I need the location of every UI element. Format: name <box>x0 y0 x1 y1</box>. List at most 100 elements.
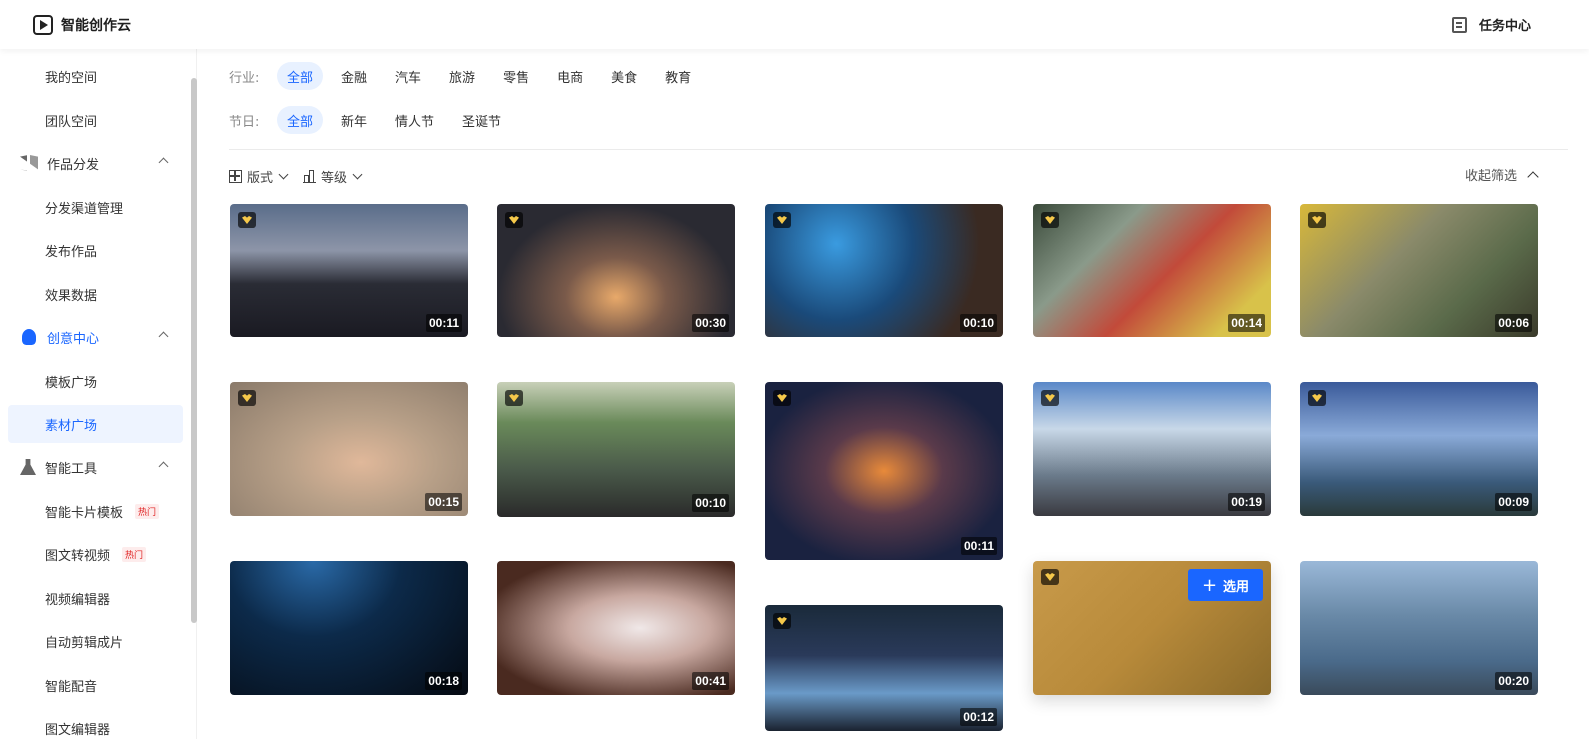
sidebar-item-image-text-editor[interactable]: 图文编辑器 <box>8 709 183 739</box>
task-center-label: 任务中心 <box>1478 19 1531 34</box>
flask-icon <box>20 459 36 475</box>
material-card[interactable]: 00:06 <box>1300 204 1538 337</box>
sidebar-item-label: 智能卡片模板 <box>45 505 124 521</box>
sidebar-group-distribution[interactable]: 作品分发 <box>8 144 183 182</box>
vip-crown-icon <box>505 212 523 228</box>
vip-crown-icon <box>1308 390 1326 406</box>
sidebar-item-label: 素材广场 <box>45 418 98 434</box>
video-duration: 00:19 <box>1228 493 1265 511</box>
industry-chip-finance[interactable]: 金融 <box>331 62 377 90</box>
industry-filter-label: 行业: <box>229 70 260 86</box>
material-card[interactable]: 00:15 <box>230 382 468 516</box>
bulb-icon <box>22 329 36 345</box>
material-card[interactable]: 00:41 <box>497 561 735 695</box>
chevron-down-icon <box>352 169 363 180</box>
sidebar-item-label: 自动剪辑成片 <box>45 635 124 651</box>
vip-crown-icon <box>1041 569 1059 585</box>
sidebar-group-label: 智能工具 <box>45 461 98 477</box>
sidebar-group-smart-tools[interactable]: 智能工具 <box>8 448 183 486</box>
material-card[interactable]: 00:20 <box>1300 561 1538 695</box>
sidebar-item-channel-management[interactable]: 分发渠道管理 <box>8 188 183 226</box>
bar-chart-icon <box>303 170 317 183</box>
sidebar-item-label: 视频编辑器 <box>45 592 111 608</box>
material-card-hovered[interactable]: + 选用 <box>1033 561 1271 695</box>
holiday-chip-all[interactable]: 全部 <box>277 106 324 134</box>
sidebar-item-publish[interactable]: 发布作品 <box>8 231 183 269</box>
top-header: 智能创作云 任务中心 <box>0 0 1589 49</box>
vip-crown-icon <box>1308 212 1326 228</box>
video-duration: 00:11 <box>425 314 462 332</box>
material-card[interactable]: 00:10 <box>765 204 1003 337</box>
vip-crown-icon <box>238 212 256 228</box>
holiday-filter-label: 节日: <box>229 114 260 130</box>
vip-crown-icon <box>505 390 523 406</box>
industry-chip-retail[interactable]: 零售 <box>493 62 539 90</box>
chevron-up-icon <box>158 157 169 168</box>
main-content: 行业: 全部 金融 汽车 旅游 零售 电商 美食 教育 节日: 全部 新年 情人… <box>197 49 1589 739</box>
chevron-down-icon <box>278 169 289 180</box>
holiday-chip-christmas[interactable]: 圣诞节 <box>452 106 511 134</box>
sidebar-group-creative-center[interactable]: 创意中心 <box>8 318 183 356</box>
sidebar-item-my-space[interactable]: 我的空间 <box>8 57 183 95</box>
material-card[interactable]: 00:11 <box>230 204 468 337</box>
sidebar-item-auto-edit[interactable]: 自动剪辑成片 <box>8 622 183 660</box>
collapse-filter-label: 收起筛选 <box>1464 169 1517 184</box>
sort-toolbar: 版式 等级 <box>229 167 377 186</box>
material-card[interactable]: 00:11 <box>765 382 1003 560</box>
sidebar-item-label: 效果数据 <box>45 288 98 304</box>
industry-chip-travel[interactable]: 旅游 <box>439 62 485 90</box>
sidebar-item-team-space[interactable]: 团队空间 <box>8 101 183 139</box>
industry-chip-education[interactable]: 教育 <box>655 62 701 90</box>
video-duration: 00:30 <box>692 314 729 332</box>
material-card[interactable]: 00:09 <box>1300 382 1538 516</box>
industry-chip-all[interactable]: 全部 <box>277 62 324 90</box>
sidebar-item-smart-dubbing[interactable]: 智能配音 <box>8 666 183 704</box>
app-logo[interactable]: 智能创作云 <box>33 14 131 35</box>
video-duration: 00:14 <box>1228 314 1265 332</box>
sidebar-item-label: 图文编辑器 <box>45 722 111 738</box>
sidebar-item-label: 我的空间 <box>45 70 98 86</box>
vip-crown-icon <box>1041 390 1059 406</box>
vip-crown-icon <box>238 390 256 406</box>
sidebar-group-label: 创意中心 <box>47 331 100 347</box>
layout-dropdown-label: 版式 <box>247 171 274 186</box>
sidebar-item-text-to-video[interactable]: 图文转视频 热门 <box>8 535 183 573</box>
material-card[interactable]: 00:10 <box>497 382 735 517</box>
hot-badge: 热门 <box>122 546 147 562</box>
select-use-button[interactable]: + 选用 <box>1188 569 1263 601</box>
vip-crown-icon <box>773 212 791 228</box>
material-card[interactable]: 00:14 <box>1033 204 1271 337</box>
industry-chip-ecommerce[interactable]: 电商 <box>547 62 593 90</box>
industry-filter-row: 行业: 全部 金融 汽车 旅游 零售 电商 美食 教育 <box>229 61 709 91</box>
holiday-filter-row: 节日: 全部 新年 情人节 圣诞节 <box>229 105 519 135</box>
sidebar-item-video-editor[interactable]: 视频编辑器 <box>8 579 183 617</box>
chevron-up-icon <box>1527 170 1539 183</box>
sidebar-group-label: 作品分发 <box>47 157 100 173</box>
material-card[interactable]: 00:12 <box>765 605 1003 731</box>
material-card[interactable]: 00:19 <box>1033 382 1271 516</box>
collapse-filter-button[interactable]: 收起筛选 <box>1464 165 1539 184</box>
holiday-chip-new-year[interactable]: 新年 <box>331 106 377 134</box>
industry-chip-auto[interactable]: 汽车 <box>385 62 431 90</box>
sidebar-item-effect-data[interactable]: 效果数据 <box>8 275 183 313</box>
level-dropdown-label: 等级 <box>321 171 348 186</box>
material-card[interactable]: 00:30 <box>497 204 735 337</box>
sidebar-item-label: 模板广场 <box>45 375 98 391</box>
material-card[interactable]: 00:18 <box>230 561 468 695</box>
video-duration: 00:06 <box>1495 314 1532 332</box>
level-dropdown[interactable]: 等级 <box>303 167 363 186</box>
holiday-chip-valentines[interactable]: 情人节 <box>385 106 444 134</box>
sidebar-item-material-square[interactable]: 素材广场 <box>8 405 183 443</box>
task-center-button[interactable]: 任务中心 <box>1451 15 1531 34</box>
hot-badge: 热门 <box>135 503 160 519</box>
video-duration: 00:10 <box>692 494 729 512</box>
video-duration: 00:18 <box>425 672 462 690</box>
task-list-icon <box>1451 16 1467 33</box>
sidebar-item-smart-card-template[interactable]: 智能卡片模板 热门 <box>8 492 183 530</box>
layout-dropdown[interactable]: 版式 <box>229 167 289 186</box>
vip-crown-icon <box>1041 212 1059 228</box>
industry-chip-food[interactable]: 美食 <box>601 62 647 90</box>
vip-crown-icon <box>773 613 791 629</box>
video-duration: 00:11 <box>960 537 997 555</box>
sidebar-item-template-square[interactable]: 模板广场 <box>8 362 183 400</box>
